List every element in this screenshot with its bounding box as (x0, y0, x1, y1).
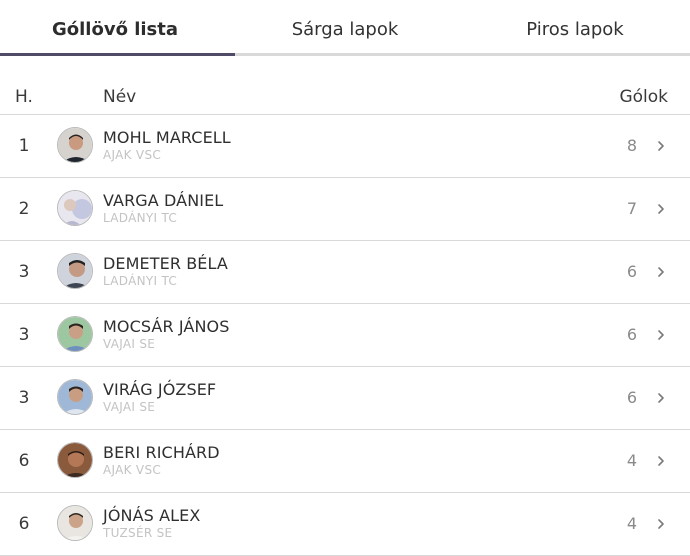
chevron-right-icon (658, 330, 664, 340)
row-rank: 3 (18, 325, 30, 345)
row-rank: 3 (18, 262, 30, 282)
header-goals: Gólok (619, 87, 668, 107)
goal-count: 6 (626, 262, 637, 281)
club-name: LADÁNYI TC (103, 211, 178, 225)
avatar (57, 127, 93, 163)
table-row[interactable]: 3 DEMETER BÉLA LADÁNYI TC 6 (0, 241, 690, 304)
scorer-list: 1 MOHL MARCELL AJAK VSC 8 2 VARGA DÁNIEL… (0, 115, 690, 556)
player-name: MOHL MARCELL (103, 128, 231, 147)
avatar (57, 190, 93, 226)
table-row[interactable]: 6 BERI RICHÁRD AJAK VSC 4 (0, 430, 690, 493)
chevron-right-icon (658, 393, 664, 403)
goal-count: 8 (626, 136, 637, 155)
goal-count: 4 (626, 514, 637, 533)
goal-count: 7 (626, 199, 637, 218)
player-name: VIRÁG JÓZSEF (103, 380, 217, 399)
tab-goalscorers[interactable]: Góllövő lista (0, 0, 230, 56)
avatar (57, 505, 93, 541)
header-rank: H. (15, 87, 33, 107)
row-rank: 1 (18, 136, 30, 156)
club-name: LADÁNYI TC (103, 274, 178, 288)
table-row[interactable]: 3 MOCSÁR JÁNOS VAJAI SE 6 (0, 304, 690, 367)
tab-bar: Góllövő lista Sárga lapok Piros lapok (0, 0, 690, 56)
club-name: VAJAI SE (103, 400, 156, 414)
row-rank: 6 (18, 451, 30, 471)
table-header: H. Név Gólok (0, 56, 690, 115)
club-name: AJAK VSC (103, 463, 162, 477)
player-name: VARGA DÁNIEL (103, 191, 224, 210)
chevron-right-icon (658, 456, 664, 466)
chevron-right-icon (658, 204, 664, 214)
player-name: MOCSÁR JÁNOS (103, 317, 230, 336)
tab-red-cards[interactable]: Piros lapok (460, 0, 690, 56)
header-name: Név (103, 87, 137, 107)
player-name: BERI RICHÁRD (103, 443, 220, 462)
goal-count: 6 (626, 388, 637, 407)
goal-count: 6 (626, 325, 637, 344)
avatar (57, 442, 93, 478)
tab-yellow-cards[interactable]: Sárga lapok (230, 0, 460, 56)
chevron-right-icon (658, 519, 664, 529)
chevron-right-icon (658, 141, 664, 151)
row-rank: 2 (18, 199, 30, 219)
table-row[interactable]: 6 JÓNÁS ALEX TUZSÉR SE 4 (0, 493, 690, 556)
table-row[interactable]: 2 VARGA DÁNIEL LADÁNYI TC 7 (0, 178, 690, 241)
club-name: TUZSÉR SE (103, 526, 173, 540)
table-row[interactable]: 3 VIRÁG JÓZSEF VAJAI SE 6 (0, 367, 690, 430)
avatar (57, 379, 93, 415)
chevron-right-icon (658, 267, 664, 277)
row-rank: 6 (18, 514, 30, 534)
row-rank: 3 (18, 388, 30, 408)
club-name: AJAK VSC (103, 148, 162, 162)
table-row[interactable]: 1 MOHL MARCELL AJAK VSC 8 (0, 115, 690, 178)
player-name: JÓNÁS ALEX (103, 506, 201, 525)
avatar (57, 316, 93, 352)
club-name: VAJAI SE (103, 337, 156, 351)
avatar (57, 253, 93, 289)
player-name: DEMETER BÉLA (103, 254, 228, 273)
goal-count: 4 (626, 451, 637, 470)
